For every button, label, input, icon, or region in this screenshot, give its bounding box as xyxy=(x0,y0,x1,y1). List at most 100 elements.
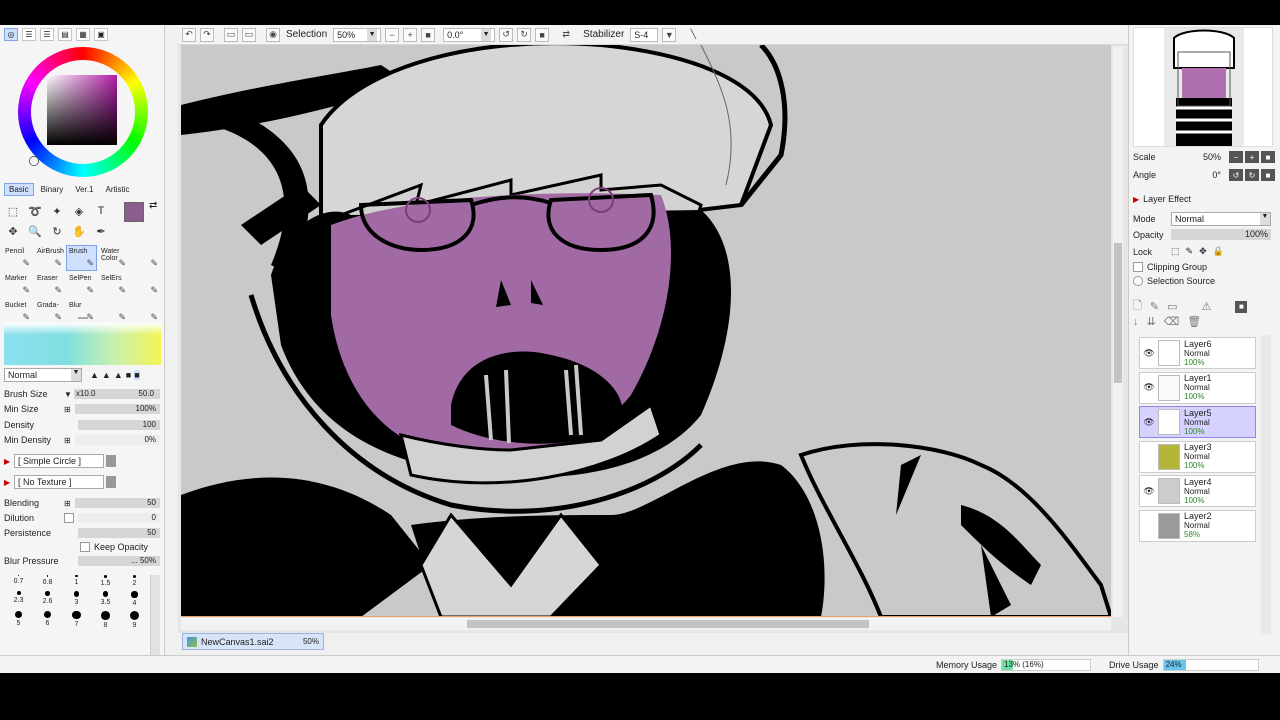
rotate-right-icon[interactable]: ↻ xyxy=(517,27,532,42)
zoom-in-icon[interactable]: + xyxy=(1245,151,1259,163)
layer-row[interactable]: Layer3 Normal 100% xyxy=(1139,440,1256,473)
size-preset[interactable]: 3.5 xyxy=(91,591,120,606)
tip-medium-icon[interactable]: ▲ xyxy=(102,370,111,380)
layer-effect-header[interactable]: ▶ Layer Effect xyxy=(1133,194,1275,204)
tip-square-icon[interactable]: ■ xyxy=(134,370,140,380)
layer-row[interactable]: 👁 Layer5 Normal 100% xyxy=(1139,406,1256,438)
visibility-eye-icon[interactable]: 👁 xyxy=(1140,417,1158,428)
move-icon[interactable]: ✥ xyxy=(4,222,22,240)
brush-slot[interactable] xyxy=(130,299,161,325)
rgb-sliders-tab-icon[interactable]: ☰ xyxy=(22,28,36,41)
swap-colors-icon[interactable]: ⇄ xyxy=(149,200,157,211)
expand-icon[interactable]: ▶ xyxy=(4,457,14,466)
new-layer-icon[interactable]: 🗋 xyxy=(1133,297,1142,316)
size-preset[interactable]: 9 xyxy=(120,610,149,629)
zoom-out-icon[interactable]: − xyxy=(1229,151,1243,163)
merge-down-icon[interactable]: ⇊ xyxy=(1147,315,1156,328)
tab-ver1[interactable]: Ver.1 xyxy=(70,183,98,196)
rotate-reset-icon[interactable]: ■ xyxy=(1261,169,1275,181)
clipping-group-checkbox[interactable] xyxy=(1133,262,1143,272)
brush-slot[interactable]: SelPen xyxy=(66,272,97,298)
blend-mode-select[interactable]: Normal ▼ xyxy=(4,368,82,382)
delete-layer-icon[interactable]: 🗑 xyxy=(1187,315,1201,328)
size-preset[interactable]: 2.6 xyxy=(33,591,62,606)
brush-slot[interactable] xyxy=(130,272,161,298)
expand-icon[interactable]: ▶ xyxy=(4,478,14,487)
hand-icon[interactable]: ✋ xyxy=(70,222,88,240)
rotate-right-icon[interactable]: ↻ xyxy=(1245,169,1259,181)
min-size-slider[interactable]: 100% xyxy=(74,404,160,414)
brush-slot[interactable]: Marker xyxy=(2,272,33,298)
tip-hard-icon[interactable]: ▲ xyxy=(114,370,123,380)
zoom-in-icon[interactable]: + xyxy=(403,27,418,42)
brush-size-slider[interactable]: x10.0 50.0 xyxy=(73,389,160,399)
zoom-out-icon[interactable]: − xyxy=(385,27,400,42)
rotate-left-icon[interactable]: ↺ xyxy=(499,27,514,42)
lasso-icon[interactable]: ➰ xyxy=(26,202,44,220)
layer-list-scrollbar[interactable] xyxy=(1261,335,1271,635)
layer-row[interactable]: 👁 Layer1 Normal 100% xyxy=(1139,371,1256,404)
invert-selection-icon[interactable]: ▭ xyxy=(242,27,256,42)
text-tool-icon[interactable]: T xyxy=(92,202,110,220)
size-preset[interactable]: 2 xyxy=(120,575,149,587)
current-color-swatch[interactable] xyxy=(124,202,144,222)
brush-slot[interactable] xyxy=(98,299,129,325)
move-layer-icon[interactable]: ◈ xyxy=(70,202,88,220)
undo-icon[interactable]: ↶ xyxy=(182,27,196,42)
chevron-down-icon[interactable] xyxy=(106,455,116,467)
keep-opacity-checkbox[interactable] xyxy=(80,542,90,552)
pressure-toggle-icon[interactable]: ⊞ xyxy=(64,405,71,414)
scroll-thumb[interactable] xyxy=(467,620,869,628)
chevron-down-icon[interactable]: ▼ xyxy=(662,27,677,42)
layer-row[interactable]: 👁 Layer4 Normal 100% xyxy=(1139,475,1256,507)
brush-slot[interactable]: Blur xyxy=(66,299,97,325)
size-preset[interactable]: 1.5 xyxy=(91,575,120,587)
chevron-down-icon[interactable] xyxy=(106,476,116,488)
density-slider[interactable]: 100 xyxy=(78,420,160,430)
lock-paint-icon[interactable]: ✎ xyxy=(1186,246,1194,257)
visibility-eye-icon[interactable]: 👁 xyxy=(1140,348,1158,359)
color-wheel-tab-icon[interactable]: ◎ xyxy=(4,28,18,41)
brush-slot[interactable] xyxy=(130,245,161,271)
tab-binary[interactable]: Binary xyxy=(36,183,69,196)
blur-pressure-slider[interactable]: ... 50% xyxy=(78,556,160,566)
color-sets-tab-icon[interactable]: ▤ xyxy=(58,28,72,41)
canvas-vertical-scrollbar[interactable] xyxy=(1113,47,1123,617)
file-tab[interactable]: NewCanvas1.sai2 50% xyxy=(182,633,324,650)
size-preset[interactable]: 6 xyxy=(33,610,62,629)
new-folder-icon[interactable]: ▭ xyxy=(1167,300,1177,313)
size-preset[interactable]: 0.7 xyxy=(4,575,33,587)
hue-marker[interactable] xyxy=(30,157,38,165)
rotate-reset-icon[interactable]: ■ xyxy=(535,27,550,42)
pressure-toggle-icon[interactable]: ⊞ xyxy=(64,436,71,445)
layer-menu-icon[interactable]: ■ xyxy=(1235,300,1248,313)
clear-layer-icon[interactable]: ⌫ xyxy=(1164,315,1180,328)
pressure-toggle-icon[interactable]: ⊞ xyxy=(64,499,71,508)
visibility-eye-icon[interactable]: 👁 xyxy=(1140,382,1158,393)
hsv-sliders-tab-icon[interactable]: ☰ xyxy=(40,28,54,41)
brush-slot[interactable]: Grada- xyxy=(34,299,65,325)
splitter-handle[interactable] xyxy=(78,317,88,319)
deselect-icon[interactable]: ▭ xyxy=(224,27,238,42)
lock-move-icon[interactable]: ✥ xyxy=(1199,246,1207,257)
scratchpad-tab-icon[interactable]: ▣ xyxy=(94,28,108,41)
zoom-reset-icon[interactable]: ■ xyxy=(1261,151,1275,163)
magic-wand-icon[interactable]: ✦ xyxy=(48,202,66,220)
layer-opacity-slider[interactable]: 100% xyxy=(1171,229,1271,240)
rotate-icon[interactable]: ↻ xyxy=(48,222,66,240)
dilution-slider[interactable]: 0 xyxy=(78,513,160,523)
size-preset[interactable]: 4 xyxy=(120,591,149,607)
tip-flat-icon[interactable]: ■ xyxy=(126,370,131,380)
zoom-reset-icon[interactable]: ■ xyxy=(421,27,436,42)
presets-scrollbar[interactable] xyxy=(150,575,160,655)
flip-horizontal-icon[interactable]: ⇄ xyxy=(559,28,573,42)
scroll-thumb[interactable] xyxy=(1114,243,1122,383)
brush-slot[interactable]: SelErs xyxy=(98,272,129,298)
tip-soft-icon[interactable]: ▲ xyxy=(90,370,99,380)
saturation-value-square[interactable] xyxy=(47,75,117,145)
size-preset[interactable]: 0.8 xyxy=(33,575,62,587)
redo-icon[interactable]: ↷ xyxy=(200,27,214,42)
lock-transparency-icon[interactable]: ⬚ xyxy=(1171,246,1180,257)
brush-slot[interactable]: Eraser xyxy=(34,272,65,298)
visibility-eye-icon[interactable]: 👁 xyxy=(1140,486,1158,497)
